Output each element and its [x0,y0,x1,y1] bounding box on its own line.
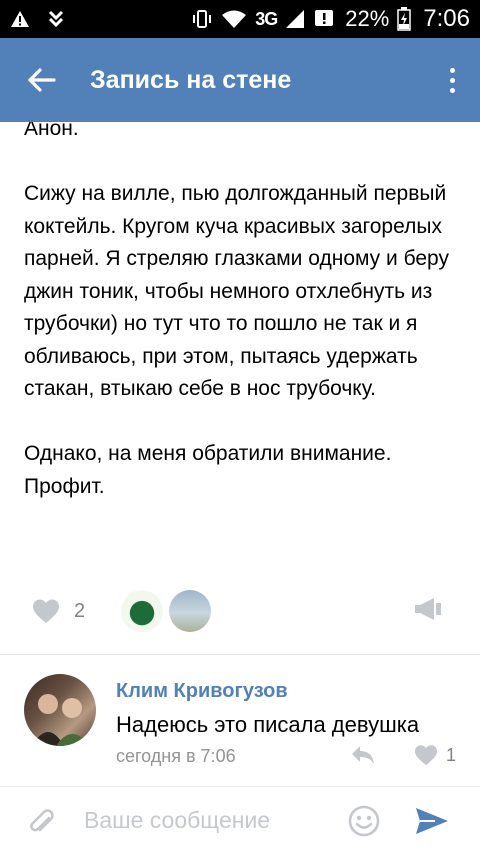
likers-list[interactable] [121,590,212,632]
status-bar: 3G 22% 7:06 [0,0,480,38]
send-icon [416,807,448,834]
battery-icon [397,7,412,31]
post-body: Анон. Сижу на вилле, пью долгожданный пе… [0,122,480,577]
megaphone-icon [415,597,441,620]
share-button[interactable] [414,597,442,626]
like-button[interactable]: 2 [32,598,85,624]
post-actions: 2 [0,585,480,637]
divider [0,654,480,655]
heart-icon [415,745,437,766]
app-bar: Запись на стене [0,38,480,122]
attach-button[interactable] [0,806,84,836]
message-input[interactable] [84,807,334,834]
notification-icon [313,8,337,30]
paperclip-icon [30,808,54,831]
emoji-button[interactable] [344,805,384,837]
comment-time: сегодня в 7:06 [116,746,236,766]
comment-item: Клим Кривогузов Надеюсь это писала девуш… [0,672,480,782]
liker-avatar[interactable] [121,590,164,632]
comment-author[interactable]: Клим Кривогузов [116,680,288,703]
message-composer [0,786,480,854]
liker-avatar[interactable] [169,590,212,632]
battery-percent: 22% [345,6,390,31]
comment-like-button[interactable]: 1 [414,744,456,766]
emoji-icon [348,805,380,836]
comment-text: Надеюсь это писала девушка [116,712,420,737]
clock: 7:06 [423,5,470,32]
post-text: Анон. Сижу на вилле, пью долгожданный пе… [24,122,449,498]
heart-icon [33,599,59,623]
warning-icon [10,10,30,28]
signal-icon [285,9,305,29]
comment-like-count: 1 [446,744,457,765]
back-button[interactable] [0,38,84,122]
network-type: 3G [255,8,278,29]
wifi-icon [221,9,247,29]
vibrate-icon [191,9,213,29]
avatar[interactable] [24,674,96,746]
download-icon [48,10,64,28]
page-title: Запись на стене [90,65,292,94]
more-vert-icon [449,67,455,73]
reply-icon [352,746,374,764]
reply-button[interactable] [350,744,376,771]
like-count: 2 [74,599,86,622]
more-menu-button[interactable] [424,38,480,122]
back-arrow-icon [28,68,56,92]
send-button[interactable] [404,807,460,835]
